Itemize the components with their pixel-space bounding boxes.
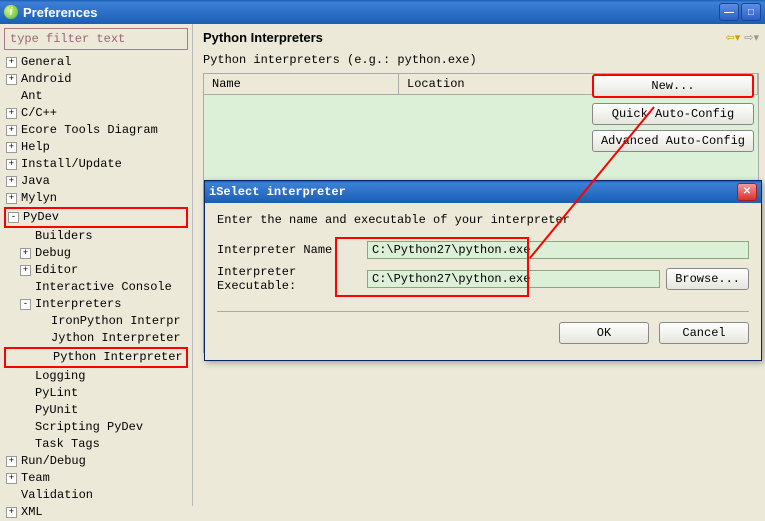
back-button[interactable]: ⇦▾: [726, 31, 741, 44]
window-title: Preferences: [23, 5, 97, 20]
expand-icon[interactable]: +: [20, 265, 31, 276]
tree-item-label: PyLint: [35, 385, 78, 402]
expand-icon[interactable]: +: [6, 142, 17, 153]
tree-item[interactable]: + Team: [4, 470, 188, 487]
expand-icon[interactable]: +: [6, 74, 17, 85]
quick-auto-config-button[interactable]: Quick Auto-Config: [592, 103, 754, 125]
tree-item-label: Debug: [35, 245, 71, 262]
tree-item-label: Team: [21, 470, 50, 487]
tree-item-label: Interactive Console: [35, 279, 172, 296]
tree-item-label: Mylyn: [21, 190, 57, 207]
tree-item[interactable]: PyUnit: [4, 402, 188, 419]
tree-item-label: IronPython Interpr: [51, 313, 181, 330]
column-header-name[interactable]: Name: [204, 74, 399, 94]
tree-item[interactable]: Builders: [4, 228, 188, 245]
tree-item[interactable]: + Install/Update: [4, 156, 188, 173]
filter-input[interactable]: type filter text: [4, 28, 188, 50]
new-button[interactable]: New...: [592, 74, 754, 98]
tree-item[interactable]: + Java: [4, 173, 188, 190]
expand-icon[interactable]: +: [6, 456, 17, 467]
tree-item[interactable]: -Interpreters: [4, 296, 188, 313]
expand-icon[interactable]: +: [6, 507, 17, 518]
page-description: Python interpreters (e.g.: python.exe): [203, 53, 759, 67]
tree-item-label: Android: [21, 71, 71, 88]
tree-item[interactable]: + Help: [4, 139, 188, 156]
dialog-titlebar: i Select interpreter ✕: [205, 181, 761, 203]
interpreter-name-label: Interpreter Name:: [217, 243, 367, 257]
page-title: Python Interpreters: [203, 30, 323, 45]
expand-icon[interactable]: +: [6, 125, 17, 136]
tree-item-label: XML: [21, 504, 43, 521]
tree-item[interactable]: + General: [4, 54, 188, 71]
interpreter-executable-input[interactable]: [367, 270, 660, 288]
app-icon: i: [4, 5, 18, 19]
preferences-sidebar: type filter text + General + AndroidAnt + C/C…: [0, 24, 193, 506]
tree-item-label: Editor: [35, 262, 78, 279]
tree-item[interactable]: Python Interpreter: [4, 347, 188, 368]
tree-item-label: General: [21, 54, 71, 71]
dialog-message: Enter the name and executable of your in…: [217, 213, 749, 227]
expand-icon[interactable]: +: [6, 57, 17, 68]
tree-item-label: Interpreters: [35, 296, 121, 313]
tree-item-label: Ecore Tools Diagram: [21, 122, 158, 139]
expand-icon[interactable]: +: [6, 193, 17, 204]
tree-item-label: Validation: [21, 487, 93, 504]
tree-item-label: Jython Interpreter: [51, 330, 181, 347]
tree-item[interactable]: Ant: [4, 88, 188, 105]
browse-button[interactable]: Browse...: [666, 268, 749, 290]
tree-item-label: PyUnit: [35, 402, 78, 419]
dialog-icon: i: [209, 185, 216, 199]
window-titlebar: i Preferences — □: [0, 0, 765, 24]
interpreter-name-input[interactable]: [367, 241, 749, 259]
tree-item-label: C/C++: [21, 105, 57, 122]
tree-item-label: Run/Debug: [21, 453, 86, 470]
tree-item[interactable]: PyLint: [4, 385, 188, 402]
tree-item[interactable]: IronPython Interpr: [4, 313, 188, 330]
expand-icon[interactable]: +: [20, 248, 31, 259]
select-interpreter-dialog: i Select interpreter ✕ Enter the name an…: [204, 180, 762, 361]
tree-item-label: Scripting PyDev: [35, 419, 143, 436]
expand-icon[interactable]: +: [6, 176, 17, 187]
tree-item[interactable]: + Android: [4, 71, 188, 88]
expand-icon[interactable]: +: [6, 108, 17, 119]
forward-button[interactable]: ⇨▾: [744, 31, 759, 44]
expand-icon[interactable]: +: [6, 159, 17, 170]
tree-item[interactable]: + Debug: [4, 245, 188, 262]
tree-item-label: Logging: [35, 368, 85, 385]
tree-item[interactable]: Validation: [4, 487, 188, 504]
tree-item[interactable]: Scripting PyDev: [4, 419, 188, 436]
tree-item-label: Install/Update: [21, 156, 122, 173]
tree-item-label: PyDev: [23, 209, 59, 226]
minimize-button[interactable]: —: [719, 3, 739, 21]
tree-item-label: Ant: [21, 88, 43, 105]
close-button[interactable]: ✕: [737, 183, 757, 201]
tree-item-label: Help: [21, 139, 50, 156]
tree-item[interactable]: + Ecore Tools Diagram: [4, 122, 188, 139]
tree-item[interactable]: Interactive Console: [4, 279, 188, 296]
tree-item-label: Task Tags: [35, 436, 100, 453]
expand-icon[interactable]: +: [6, 473, 17, 484]
tree-item[interactable]: Task Tags: [4, 436, 188, 453]
tree-item[interactable]: + Editor: [4, 262, 188, 279]
interpreter-executable-label: Interpreter Executable:: [217, 265, 367, 293]
tree-item[interactable]: Jython Interpreter: [4, 330, 188, 347]
ok-button[interactable]: OK: [559, 322, 649, 344]
tree-item-label: Builders: [35, 228, 93, 245]
tree-item[interactable]: + XML: [4, 504, 188, 521]
tree-item-label: Python Interpreter: [53, 349, 183, 366]
tree-item-label: Java: [21, 173, 50, 190]
collapse-icon[interactable]: -: [20, 299, 31, 310]
tree-item[interactable]: + Run/Debug: [4, 453, 188, 470]
tree-item[interactable]: -PyDev: [4, 207, 188, 228]
preferences-tree[interactable]: + General + AndroidAnt + C/C++ + Ecore Tools Di…: [4, 54, 188, 521]
tree-item[interactable]: + C/C++: [4, 105, 188, 122]
collapse-icon[interactable]: -: [8, 212, 19, 223]
tree-item[interactable]: Logging: [4, 368, 188, 385]
maximize-button[interactable]: □: [741, 3, 761, 21]
dialog-title-text: Select interpreter: [216, 185, 346, 199]
tree-item[interactable]: + Mylyn: [4, 190, 188, 207]
cancel-button[interactable]: Cancel: [659, 322, 749, 344]
advanced-auto-config-button[interactable]: Advanced Auto-Config: [592, 130, 754, 152]
